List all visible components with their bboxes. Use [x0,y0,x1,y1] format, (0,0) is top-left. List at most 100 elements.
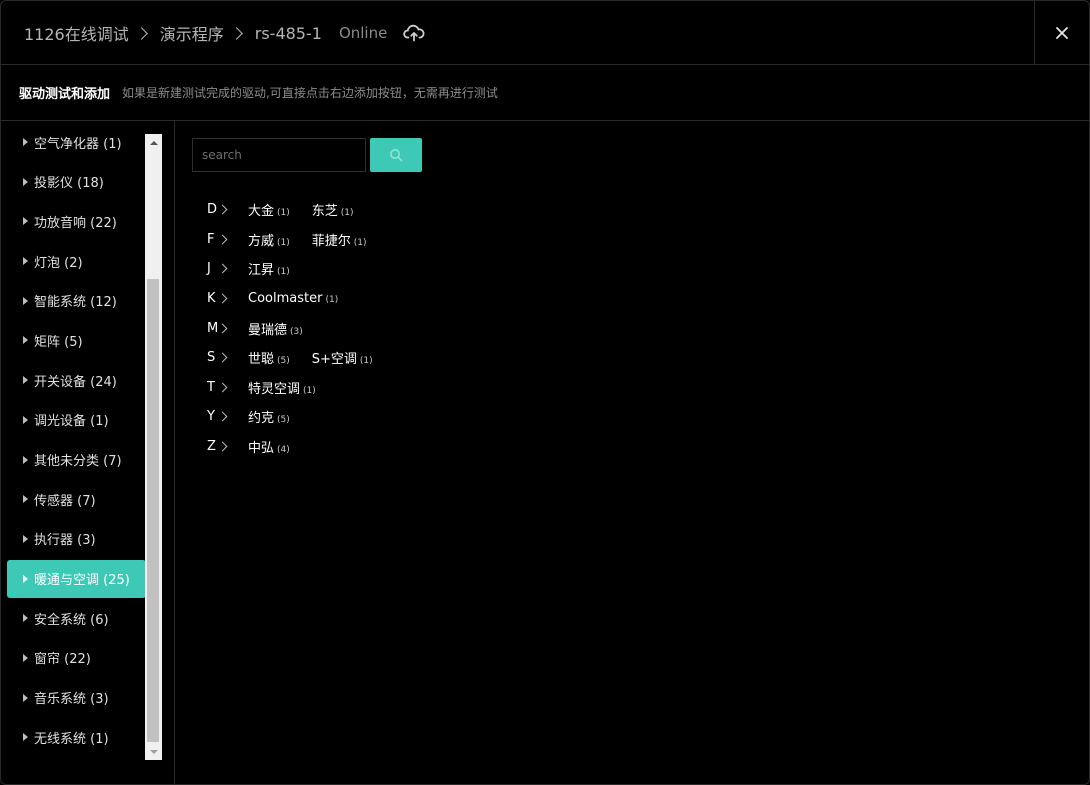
caret-right-icon [23,336,28,345]
category-item[interactable]: 窗帘 (22) [7,639,146,677]
brand-item[interactable]: 约克 (5) [248,407,290,426]
brand-group-row: K Coolmaster (1) [207,284,395,314]
chevron-right-icon [217,352,228,363]
category-label: 投影仪 (18) [34,176,104,192]
search-input[interactable] [192,138,366,172]
brand-panel: D大金(1)东芝(1)F方威(1)菲捷尔(1)J江昇(1)KCoolmaster… [176,121,1089,784]
cloud-sync-icon[interactable] [403,24,425,42]
chevron-right-icon [217,293,228,304]
brand-item[interactable]: 东芝 (1) [312,200,354,219]
category-item[interactable]: 开关设备 (24) [7,361,146,399]
chevron-right-icon [217,204,228,215]
category-label: 空气净化器 (1) [34,136,122,152]
brand-group-row: D 大金 (1) 东芝 (1) [207,195,395,225]
category-item[interactable]: 空气净化器 (1) [7,123,146,161]
category-list: 空气净化器 (1) 投影仪 (18) 功放音响 (22) 灯泡 (2) 智能系统 (12… [7,123,146,758]
category-item[interactable]: 灯泡 (2) [7,242,146,280]
brand-name: 大金 [248,204,275,220]
breadcrumb-separator-icon [134,26,148,40]
brand-count: (1) [359,356,373,367]
category-sidebar: 空气净化器 (1) 投影仪 (18) 功放音响 (22) 灯泡 (2) 智能系统 (12… [1,121,175,784]
close-button[interactable] [1034,1,1089,65]
caret-right-icon [23,574,28,583]
brand-group-row: T 特灵空调 (1) [207,373,395,403]
brand-item[interactable]: Coolmaster (1) [248,291,338,306]
brand-name: 中弘 [248,441,275,457]
brand-name: 世聪 [248,352,275,368]
category-label: 执行器 (3) [34,533,96,549]
category-item[interactable]: 传感器 (7) [7,480,146,518]
category-item[interactable]: 暖通与空调 (25) [7,559,146,598]
section-header: 驱动测试和添加 如果是新建测试完成的驱动,可直接点击右边添加按钮，无需再进行测试 [1,65,1089,121]
chevron-right-icon [217,441,228,452]
sidebar-scrollbar[interactable] [145,134,162,760]
breadcrumb: 1126在线调试 演示程序 rs-485-1 Online [24,1,425,65]
scroll-thumb[interactable] [147,279,159,742]
arrow-up-icon [149,140,158,145]
breadcrumb-item-project[interactable]: 1126在线调试 [24,21,129,45]
caret-right-icon [23,376,28,385]
brand-item[interactable]: 江昇 (1) [248,259,290,278]
category-label: 其他未分类 (7) [34,454,122,469]
category-label: 无线系统 (1) [34,731,109,747]
breadcrumb-item-port: rs-485-1 [254,23,322,43]
category-label: 开关设备 (24) [34,374,117,390]
caret-right-icon [23,138,28,146]
brand-item[interactable]: 世聪 (5) [248,348,290,367]
brand-name: 江昇 [248,263,275,279]
category-item[interactable]: 矩阵 (5) [7,321,146,359]
category-item[interactable]: 投影仪 (18) [7,163,146,201]
brand-name: 约克 [248,411,275,427]
driver-dialog: 1126在线调试 演示程序 rs-485-1 Online 驱动测试和添加 如果… [0,0,1090,785]
category-label: 功放音响 (22) [34,215,117,231]
category-label: 矩阵 (5) [34,334,83,350]
brand-groups: D 大金 (1) 东芝 (1) F 方威 (1) 菲捷尔 (1) J 江昇 (1) K Coolmaster… [207,195,395,461]
brand-count: (1) [325,295,339,306]
category-label: 窗帘 (22) [34,652,91,668]
brand-item[interactable]: 中弘 (4) [248,437,290,456]
chevron-right-icon [217,323,228,334]
brand-count: (5) [277,356,290,367]
category-item[interactable]: 功放音响 (22) [7,202,146,240]
brand-count: (1) [303,385,316,396]
category-item[interactable]: 无线系统 (1) [7,718,146,756]
chevron-right-icon [217,264,228,274]
chevron-right-icon [217,382,228,393]
category-item[interactable]: 智能系统 (12) [7,282,146,320]
brand-name: 菲捷尔 [311,233,351,249]
category-label: 安全系统 (6) [34,612,109,628]
brand-item[interactable]: 方威 (1) [248,230,290,249]
search-button[interactable] [370,138,422,172]
caret-right-icon [23,296,28,305]
brand-item[interactable]: 特灵空调 (1) [248,378,316,397]
brand-item[interactable]: 大金 (1) [248,200,290,219]
category-item[interactable]: 调光设备 (1) [7,401,146,439]
category-label: 智能系统 (12) [34,295,117,311]
chevron-right-icon [217,412,228,422]
brand-group-row: F 方威 (1) 菲捷尔 (1) [207,225,395,255]
caret-right-icon [23,415,28,424]
brand-count: (3) [290,326,303,337]
category-label: 传感器 (7) [34,493,96,509]
connection-status: Online [338,24,388,42]
category-item[interactable]: 安全系统 (6) [7,599,146,637]
scroll-up-button[interactable] [145,134,162,151]
category-label: 灯泡 (2) [34,255,83,271]
brand-name: 东芝 [311,204,338,220]
brand-count: (1) [340,208,354,219]
brand-count: (1) [353,237,367,248]
category-item[interactable]: 其他未分类 (7) [7,441,146,479]
breadcrumb-item-program[interactable]: 演示程序 [160,21,224,45]
brand-name: 特灵空调 [248,381,301,397]
caret-right-icon [23,217,28,226]
caret-right-icon [23,495,28,504]
brand-group-row: J 江昇 (1) [207,254,395,284]
scroll-down-button[interactable] [145,743,162,760]
category-item[interactable]: 执行器 (3) [7,520,146,558]
brand-item[interactable]: 菲捷尔 (1) [312,230,367,249]
brand-name: S+空调 [311,352,357,368]
brand-item[interactable]: S+空调 (1) [312,348,373,367]
category-item[interactable]: 音乐系统 (3) [7,679,146,717]
category-label: 调光设备 (1) [34,414,109,430]
brand-item[interactable]: 曼瑞德 (3) [248,319,303,338]
